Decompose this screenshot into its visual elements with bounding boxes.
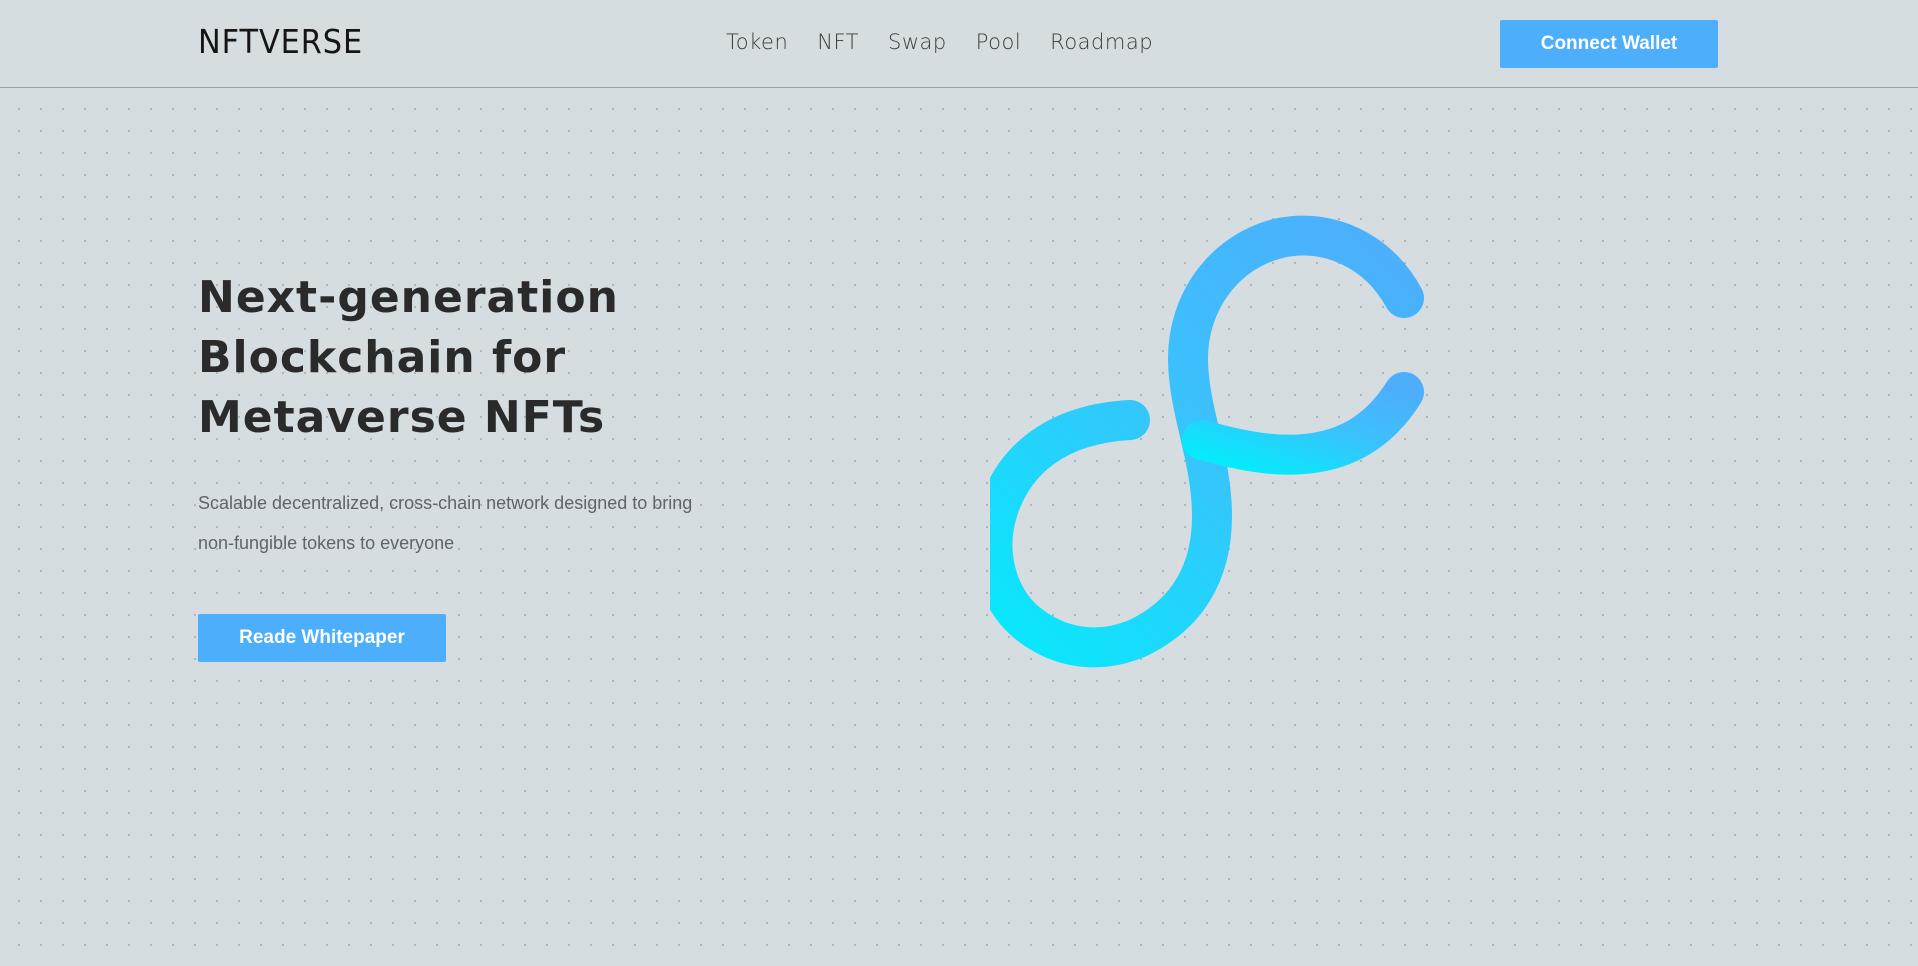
hero-title-line: Next-generation xyxy=(198,272,619,323)
hero-description-line: Scalable decentralized, cross-chain netw… xyxy=(198,493,693,513)
infinity-loop-logo-icon xyxy=(990,215,1424,668)
hero-title-line: Metaverse NFTs xyxy=(198,392,606,443)
nav-link-nft[interactable]: NFT xyxy=(817,30,859,54)
brand-logo[interactable]: NFTVERSE xyxy=(198,22,363,61)
nav-link-pool[interactable]: Pool xyxy=(976,30,1021,54)
read-whitepaper-button[interactable]: Reade Whitepaper xyxy=(198,614,446,662)
hero-description: Scalable decentralized, cross-chain netw… xyxy=(198,483,758,563)
connect-wallet-button[interactable]: Connect Wallet xyxy=(1500,20,1718,68)
top-navbar: NFTVERSE Token NFT Swap Pool Roadmap Con… xyxy=(0,0,1918,88)
main-nav: Token NFT Swap Pool Roadmap xyxy=(726,30,1153,54)
nav-link-token[interactable]: Token xyxy=(726,30,788,54)
hero-title: Next-generation Blockchain for Metaverse… xyxy=(198,268,758,448)
nav-link-roadmap[interactable]: Roadmap xyxy=(1050,30,1153,54)
hero-title-line: Blockchain for xyxy=(198,332,567,383)
loop-stroke-lower xyxy=(1182,372,1424,475)
nav-link-swap[interactable]: Swap xyxy=(888,30,947,54)
hero-description-line: non-fungible tokens to everyone xyxy=(198,533,455,553)
